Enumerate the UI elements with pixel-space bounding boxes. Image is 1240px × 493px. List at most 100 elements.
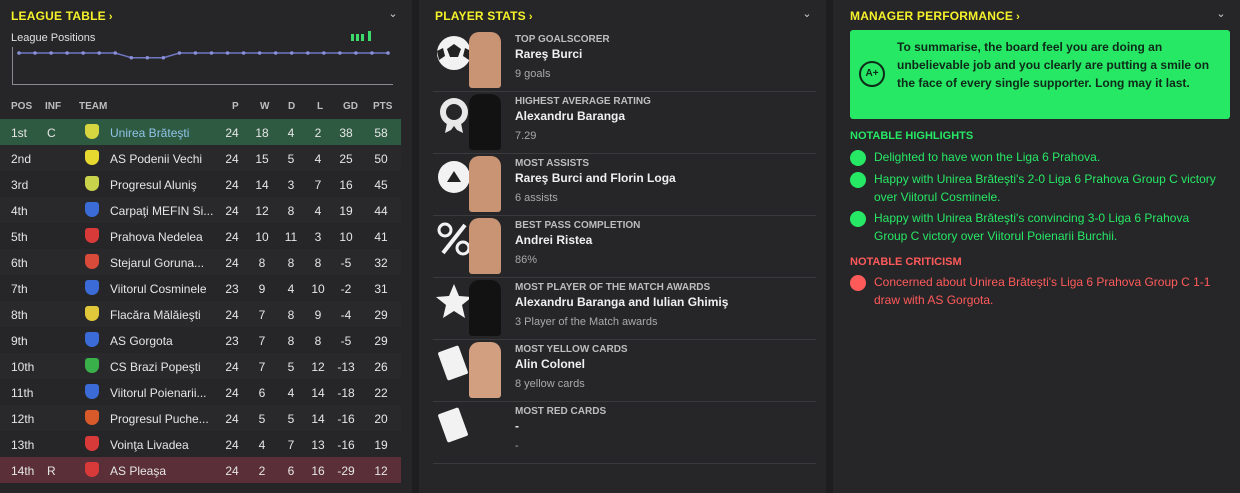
- position-point[interactable]: [81, 51, 85, 55]
- cell-team[interactable]: Progresul Puche...: [110, 412, 209, 426]
- position-point[interactable]: [354, 51, 358, 55]
- cell-team[interactable]: AS Gorgota: [110, 334, 173, 348]
- table-row[interactable]: 2nd AS Podenii Vechi 24 15 5 4 25 50: [0, 145, 401, 171]
- player-name-link[interactable]: Alexandru Baranga: [515, 109, 625, 123]
- chevron-down-icon[interactable]: ⌄: [386, 7, 400, 21]
- stat-card[interactable]: MOST ASSISTS Rareş Burci and Florin Loga 6…: [433, 154, 816, 216]
- stat-card[interactable]: MOST YELLOW CARDS Alin Colonel 8 yellow ca…: [433, 340, 816, 402]
- club-crest-icon[interactable]: [85, 124, 99, 139]
- cell-team[interactable]: Flacăra Mălăieşti: [110, 308, 201, 322]
- position-point[interactable]: [338, 51, 342, 55]
- col-played[interactable]: P: [232, 101, 239, 112]
- club-crest-icon[interactable]: [85, 410, 99, 425]
- position-point[interactable]: [97, 51, 102, 55]
- position-point[interactable]: [145, 55, 150, 60]
- club-crest-icon[interactable]: [85, 462, 99, 477]
- position-point[interactable]: [49, 51, 53, 55]
- player-avatar[interactable]: [469, 342, 501, 398]
- table-row[interactable]: 7th Viitorul Cosminele 23 9 4 10 -2 31: [0, 275, 401, 301]
- stat-card[interactable]: BEST PASS COMPLETION Andrei Ristea 86%: [433, 216, 816, 278]
- col-goal-diff[interactable]: GD: [343, 101, 358, 112]
- chevron-down-icon[interactable]: ⌄: [800, 7, 814, 21]
- player-stats-header[interactable]: PLAYER STATS ›: [435, 9, 533, 23]
- club-crest-icon[interactable]: [85, 436, 99, 451]
- col-lost[interactable]: L: [317, 101, 323, 112]
- table-row[interactable]: 1st C Unirea Brăteşti 24 18 4 2 38 58: [0, 119, 401, 145]
- player-name-link[interactable]: Rareş Burci: [515, 47, 582, 61]
- club-crest-icon[interactable]: [85, 384, 99, 399]
- col-inf[interactable]: INF: [45, 101, 61, 112]
- table-row[interactable]: 13th Voinţa Livadea 24 4 7 13 -16 19: [0, 431, 401, 457]
- player-name-link[interactable]: -: [515, 419, 519, 433]
- position-point[interactable]: [17, 51, 21, 55]
- club-crest-icon[interactable]: [85, 254, 99, 269]
- cell-team[interactable]: AS Pleaşa: [110, 464, 166, 478]
- position-point[interactable]: [273, 51, 278, 55]
- position-point[interactable]: [161, 55, 166, 60]
- player-avatar[interactable]: [469, 280, 501, 336]
- club-crest-icon[interactable]: [85, 332, 99, 347]
- club-crest-icon[interactable]: [85, 202, 99, 217]
- col-team[interactable]: TEAM: [79, 101, 107, 112]
- position-point[interactable]: [225, 51, 230, 55]
- cell-team[interactable]: Viitorul Cosminele: [110, 282, 207, 296]
- club-crest-icon[interactable]: [85, 280, 99, 295]
- table-row[interactable]: 5th Prahova Nedelea 24 10 11 3 10 41: [0, 223, 401, 249]
- table-row[interactable]: 12th Progresul Puche... 24 5 5 14 -16 20: [0, 405, 401, 431]
- cell-team[interactable]: Voinţa Livadea: [110, 438, 189, 452]
- stat-card[interactable]: MOST PLAYER OF THE MATCH AWARDS Alexandru…: [433, 278, 816, 340]
- player-name-link[interactable]: Alexandru Baranga and Iulian Ghimiş: [515, 295, 728, 309]
- position-point[interactable]: [209, 51, 214, 55]
- stat-card[interactable]: HIGHEST AVERAGE RATING Alexandru Baranga 7…: [433, 92, 816, 154]
- manager-performance-header[interactable]: MANAGER PERFORMANCE ›: [850, 9, 1020, 23]
- cell-team[interactable]: Stejarul Goruna...: [110, 256, 204, 270]
- position-point[interactable]: [65, 51, 69, 55]
- table-row[interactable]: 3rd Progresul Aluniş 24 14 3 7 16 45: [0, 171, 401, 197]
- position-point[interactable]: [113, 51, 118, 55]
- player-stats-title[interactable]: PLAYER STATS: [435, 9, 526, 23]
- position-point[interactable]: [129, 55, 134, 60]
- col-points[interactable]: PTS: [373, 101, 392, 112]
- chevron-down-icon[interactable]: ⌄: [1214, 7, 1228, 21]
- col-won[interactable]: W: [260, 101, 269, 112]
- position-point[interactable]: [322, 51, 326, 55]
- position-point[interactable]: [241, 51, 246, 55]
- table-row[interactable]: 4th Carpaţi MEFIN Si... 24 12 8 4 19 44: [0, 197, 401, 223]
- player-name-link[interactable]: Alin Colonel: [515, 357, 585, 371]
- manager-performance-title[interactable]: MANAGER PERFORMANCE: [850, 9, 1013, 23]
- position-point[interactable]: [193, 51, 198, 55]
- player-name-link[interactable]: Andrei Ristea: [515, 233, 592, 247]
- player-avatar[interactable]: [469, 156, 501, 212]
- table-row[interactable]: 8th Flacăra Mălăieşti 24 7 8 9 -4 29: [0, 301, 401, 327]
- bar-graph-icon[interactable]: [351, 31, 375, 41]
- stat-card[interactable]: MOST RED CARDS - -: [433, 402, 816, 464]
- club-crest-icon[interactable]: [85, 358, 99, 373]
- player-name-link[interactable]: Rareş Burci and Florin Loga: [515, 171, 676, 185]
- cell-team[interactable]: Viitorul Poienarii...: [110, 386, 207, 400]
- player-avatar[interactable]: [469, 32, 501, 88]
- club-crest-icon[interactable]: [85, 150, 99, 165]
- col-pos[interactable]: POS: [11, 101, 32, 112]
- position-point[interactable]: [33, 51, 37, 55]
- position-point[interactable]: [177, 51, 182, 55]
- table-row[interactable]: 14th R AS Pleaşa 24 2 6 16 -29 12: [0, 457, 401, 483]
- league-table-header[interactable]: LEAGUE TABLE ›: [11, 9, 113, 23]
- col-drawn[interactable]: D: [288, 101, 295, 112]
- club-crest-icon[interactable]: [85, 306, 99, 321]
- player-avatar[interactable]: [469, 218, 501, 274]
- table-row[interactable]: 6th Stejarul Goruna... 24 8 8 8 -5 32: [0, 249, 401, 275]
- table-row[interactable]: 11th Viitorul Poienarii... 24 6 4 14 -18 22: [0, 379, 401, 405]
- position-point[interactable]: [370, 51, 374, 55]
- cell-team[interactable]: Unirea Brăteşti: [110, 126, 189, 140]
- position-point[interactable]: [305, 51, 310, 55]
- table-row[interactable]: 10th CS Brazi Popeşti 24 7 5 12 -13 26: [0, 353, 401, 379]
- table-row[interactable]: 9th AS Gorgota 23 7 8 8 -5 29: [0, 327, 401, 353]
- cell-team[interactable]: Carpaţi MEFIN Si...: [110, 204, 213, 218]
- player-avatar[interactable]: [469, 94, 501, 150]
- cell-team[interactable]: AS Podenii Vechi: [110, 152, 202, 166]
- club-crest-icon[interactable]: [85, 176, 99, 191]
- cell-team[interactable]: Progresul Aluniş: [110, 178, 197, 192]
- league-table-title[interactable]: LEAGUE TABLE: [11, 9, 106, 23]
- position-point[interactable]: [386, 51, 390, 55]
- cell-team[interactable]: Prahova Nedelea: [110, 230, 203, 244]
